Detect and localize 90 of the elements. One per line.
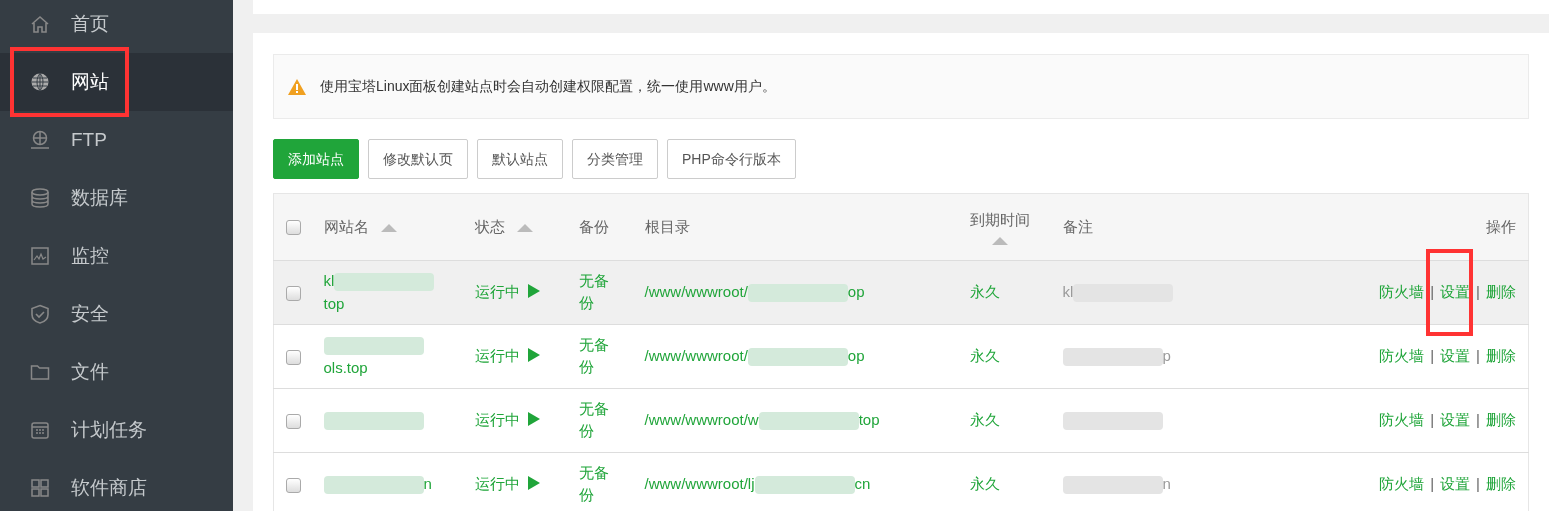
sort-icon[interactable] [991, 237, 1008, 246]
action-link[interactable]: 防火墙 [1379, 283, 1425, 301]
sidebar-item[interactable]: 文件 [0, 343, 233, 401]
path-link[interactable]: op [847, 283, 865, 301]
play-icon[interactable] [527, 476, 540, 491]
action-link[interactable]: 设置 [1440, 283, 1471, 301]
shield-check-icon [30, 304, 50, 324]
expiry-text[interactable]: 永久 [969, 283, 1000, 301]
folder-icon [30, 362, 50, 382]
site-name-link[interactable]: kl [323, 272, 335, 289]
path-link[interactable]: /www/wwwroot/lj [644, 475, 755, 493]
play-icon[interactable] [527, 348, 540, 363]
sort-header[interactable]: 网站名 [323, 217, 369, 235]
row-checkbox[interactable] [286, 413, 301, 429]
backup-text[interactable]: 无备份 [578, 462, 613, 507]
column-header: 操作 [1486, 217, 1516, 235]
sort-header[interactable]: 到期时间 [969, 210, 1030, 228]
row-checkbox[interactable] [286, 349, 301, 365]
sidebar-item[interactable]: 网站 [0, 53, 233, 111]
column-header: 根目录 [644, 217, 690, 235]
remark-text: kl [1062, 283, 1074, 301]
sidebar-item[interactable]: FTP [0, 111, 233, 169]
path-link[interactable]: /www/wwwroot/w [644, 411, 759, 429]
action-link[interactable]: 删除 [1486, 411, 1516, 429]
path-link[interactable]: top [858, 411, 880, 429]
action-link[interactable]: 删除 [1486, 347, 1516, 365]
separator: | [1476, 283, 1480, 301]
select-all-checkbox[interactable] [286, 220, 301, 236]
action-link[interactable]: 删除 [1486, 283, 1516, 301]
site-name-link[interactable]: n [423, 475, 432, 493]
toolbar-button[interactable]: 默认站点 [477, 139, 563, 179]
globe-icon [30, 72, 50, 92]
status-text[interactable]: 运行中 [474, 283, 520, 301]
column-header: 备份 [578, 217, 609, 235]
toolbar-button[interactable]: 分类管理 [572, 139, 658, 179]
toolbar-button[interactable]: 修改默认页 [368, 139, 468, 179]
toolbar-button[interactable]: PHP命令行版本 [667, 139, 796, 179]
sidebar-item[interactable]: 数据库 [0, 169, 233, 227]
site-name-link[interactable]: ols.top [323, 358, 368, 376]
remark-text: n [1162, 475, 1171, 493]
action-link[interactable]: 删除 [1486, 475, 1516, 493]
expiry-text[interactable]: 永久 [969, 347, 1000, 365]
action-link[interactable]: 设置 [1440, 475, 1471, 493]
path-link[interactable]: cn [854, 475, 871, 493]
sort-header[interactable]: 状态 [474, 217, 505, 235]
sidebar-item[interactable]: 监控 [0, 227, 233, 285]
status-text[interactable]: 运行中 [474, 347, 520, 365]
grid-icon [30, 478, 50, 498]
action-link[interactable]: 设置 [1440, 347, 1471, 365]
play-icon[interactable] [527, 284, 540, 299]
column-header: 备注 [1062, 217, 1093, 235]
row-checkbox[interactable] [286, 285, 301, 301]
separator: | [1430, 283, 1435, 301]
separator: | [1430, 475, 1435, 493]
sidebar-item[interactable]: 软件商店 [0, 459, 233, 511]
remark-text: p [1162, 347, 1171, 365]
action-link[interactable]: 防火墙 [1379, 475, 1425, 493]
action-link[interactable]: 防火墙 [1379, 411, 1425, 429]
path-link[interactable]: /www/wwwroot/ [644, 347, 748, 365]
site-name-link[interactable]: top [323, 294, 345, 312]
calendar-icon [30, 420, 50, 440]
network-globe-icon [30, 130, 50, 150]
play-icon[interactable] [527, 412, 540, 427]
action-link[interactable]: 防火墙 [1379, 347, 1425, 365]
sidebar-item[interactable]: 首页 [0, 0, 233, 53]
warning-icon [288, 78, 306, 95]
path-link[interactable]: /www/wwwroot/ [644, 283, 748, 301]
path-link[interactable]: op [847, 347, 865, 365]
status-text[interactable]: 运行中 [474, 411, 520, 429]
sidebar-item[interactable]: 安全 [0, 285, 233, 343]
separator: | [1430, 347, 1435, 365]
database-icon [30, 188, 50, 208]
notice-text: 使用宝塔Linux面板创建站点时会自动创建权限配置，统一使用www用户。 [320, 77, 776, 96]
backup-text[interactable]: 无备份 [578, 398, 613, 443]
chart-icon [30, 246, 50, 266]
toolbar-button[interactable]: 添加站点 [273, 139, 359, 179]
sort-icon[interactable] [516, 223, 533, 232]
separator: | [1430, 411, 1435, 429]
status-text[interactable]: 运行中 [474, 475, 520, 493]
expiry-text[interactable]: 永久 [969, 411, 1000, 429]
action-link[interactable]: 设置 [1440, 411, 1471, 429]
sort-icon[interactable] [380, 223, 397, 232]
separator: | [1476, 475, 1480, 493]
expiry-text[interactable]: 永久 [969, 475, 1000, 493]
row-checkbox[interactable] [286, 477, 301, 493]
sidebar-item[interactable]: 计划任务 [0, 401, 233, 459]
separator: | [1476, 347, 1480, 365]
backup-text[interactable]: 无备份 [578, 334, 613, 379]
separator: | [1476, 411, 1480, 429]
home-icon [30, 14, 50, 34]
